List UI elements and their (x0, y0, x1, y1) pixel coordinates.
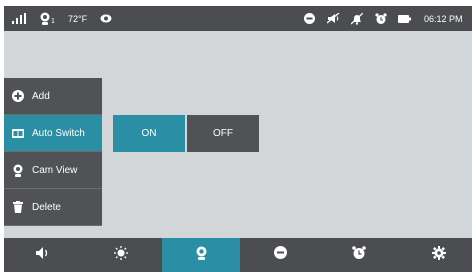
brightness-icon (114, 245, 128, 265)
alarm-button[interactable] (320, 238, 398, 272)
auto-switch-on-button[interactable]: ON (113, 115, 185, 152)
clock-time: 06:12 PM (424, 13, 463, 24)
mute-icon (327, 6, 340, 31)
camera-button[interactable] (162, 238, 240, 272)
status-bar: 1 72°F 06:12 PM (4, 6, 472, 31)
vox-button[interactable] (241, 238, 319, 272)
auto-switch-icon (12, 127, 24, 139)
menu-item-label: Delete (32, 201, 61, 213)
alarm-clock-icon (375, 6, 387, 31)
monitor-screen: 1 72°F 06:12 PM Add Auto Switch Cam View… (4, 6, 472, 272)
camera-icon (12, 164, 24, 177)
alarm-clock-icon (352, 245, 366, 265)
menu-item-delete[interactable]: Delete (4, 189, 102, 226)
camera-icon: 1 (40, 6, 55, 31)
menu-item-auto-switch[interactable]: Auto Switch (4, 115, 102, 152)
settings-button[interactable] (400, 238, 472, 272)
volume-button[interactable] (4, 238, 82, 272)
menu-item-label: Cam View (32, 164, 78, 176)
menu-item-add[interactable]: Add (4, 78, 102, 115)
trash-icon (12, 201, 24, 213)
eye-icon (100, 6, 112, 31)
battery-icon (398, 6, 411, 31)
auto-switch-off-button[interactable]: OFF (187, 115, 259, 152)
bottom-toolbar (4, 238, 472, 272)
signal-strength-icon (12, 6, 26, 31)
plus-circle-icon (12, 90, 24, 102)
menu-item-label: Add (32, 90, 50, 102)
vox-icon (273, 246, 287, 264)
settings-gear-icon (432, 245, 446, 265)
volume-icon (36, 246, 50, 264)
side-menu: Add Auto Switch Cam View Delete (4, 78, 102, 226)
camera-icon (196, 246, 207, 265)
brightness-button[interactable] (82, 238, 160, 272)
menu-item-cam-view[interactable]: Cam View (4, 152, 102, 189)
alarm-off-icon (351, 6, 363, 31)
menu-item-label: Auto Switch (32, 127, 85, 139)
temperature-readout: 72°F (68, 13, 88, 24)
vox-icon (304, 6, 315, 31)
